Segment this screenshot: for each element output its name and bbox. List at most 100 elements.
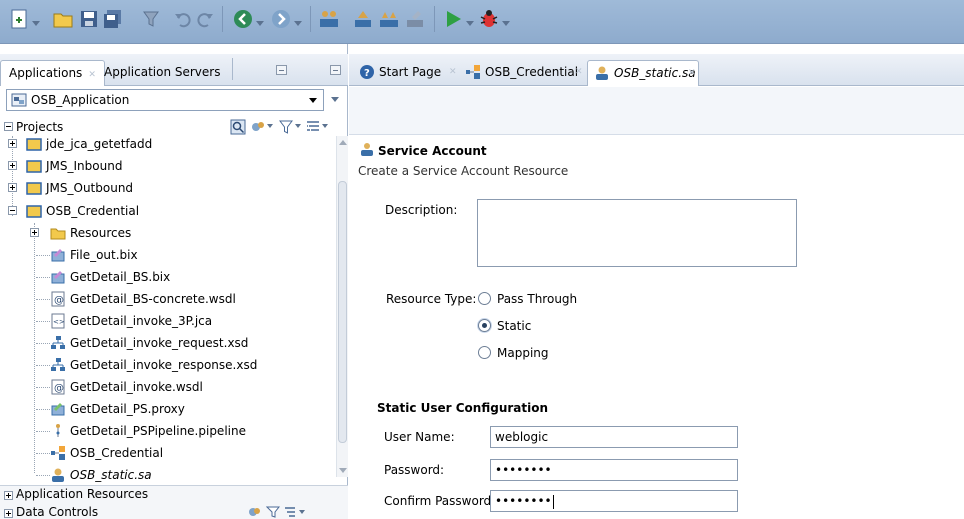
open-folder-icon[interactable] xyxy=(52,8,74,30)
username-label: User Name: xyxy=(384,430,455,444)
tree-scrollbar[interactable] xyxy=(336,136,348,477)
scroll-down-icon[interactable] xyxy=(339,468,347,473)
description-label: Description: xyxy=(385,203,458,217)
project-options-icon[interactable] xyxy=(250,119,266,135)
username-field[interactable]: weblogic xyxy=(490,426,738,448)
tree-item-project[interactable]: JMS_Outbound xyxy=(0,177,330,199)
tree-item-file[interactable]: OSB_static.sa xyxy=(0,464,330,484)
expand-icon[interactable] xyxy=(4,491,13,500)
filter-icon[interactable] xyxy=(266,505,280,519)
folder-icon xyxy=(50,228,66,240)
run-icon[interactable] xyxy=(442,8,464,30)
radio-static[interactable] xyxy=(478,319,491,332)
new-dropdown-icon[interactable] xyxy=(32,16,41,26)
tree-item-file[interactable]: <> GetDetail_invoke_3P.jca xyxy=(0,310,330,332)
build-icon[interactable] xyxy=(352,8,374,30)
radio-mapping[interactable] xyxy=(478,346,491,359)
build-all-icon[interactable] xyxy=(378,8,400,30)
forward-dropdown-icon[interactable] xyxy=(294,16,303,26)
tree-item-file[interactable]: GetDetail_PS.proxy xyxy=(0,398,330,420)
back-dropdown-icon[interactable] xyxy=(256,16,265,26)
expand-icon[interactable] xyxy=(8,183,17,192)
clean-icon[interactable] xyxy=(404,8,426,30)
sort-icon[interactable] xyxy=(305,119,321,135)
forward-icon[interactable] xyxy=(270,8,292,30)
application-selector[interactable]: OSB_Application xyxy=(6,89,324,111)
radio-pass-through[interactable] xyxy=(478,292,491,305)
password-label: Password: xyxy=(384,463,445,477)
toolbar-separator xyxy=(310,6,311,32)
jca-icon: <> xyxy=(51,313,65,329)
tree-item-project[interactable]: JMS_Inbound xyxy=(0,155,330,177)
minimize-icon[interactable] xyxy=(330,65,341,75)
tab-start-page[interactable]: ? Start Page ✕ xyxy=(353,60,459,86)
projects-label: Projects xyxy=(16,120,64,134)
projects-header: Projects xyxy=(0,118,348,136)
scrollbar-thumb[interactable] xyxy=(338,181,347,443)
refresh-icon[interactable] xyxy=(248,505,262,519)
tree-item-file[interactable]: GetDetail_BS.bix xyxy=(0,266,330,288)
tree-guide xyxy=(36,453,50,454)
chevron-down-icon[interactable] xyxy=(267,124,274,129)
radio-pass-through-label[interactable]: Pass Through xyxy=(497,292,577,306)
new-file-icon[interactable] xyxy=(8,8,30,30)
tree-guide xyxy=(36,343,50,344)
back-icon[interactable] xyxy=(232,8,254,30)
password-field[interactable]: •••••••• xyxy=(490,459,738,481)
close-icon[interactable]: ✕ xyxy=(449,60,457,84)
tree-item-file[interactable]: File_out.bix xyxy=(0,244,330,266)
radio-mapping-label[interactable]: Mapping xyxy=(497,346,549,360)
tree-item-file[interactable]: @ GetDetail_invoke.wsdl xyxy=(0,376,330,398)
save-all-icon[interactable] xyxy=(102,8,124,30)
expand-icon[interactable] xyxy=(8,161,17,170)
tab-osb-static-sa[interactable]: OSB_static.sa ✕ xyxy=(587,60,699,86)
chevron-down-icon[interactable] xyxy=(322,124,329,129)
expand-icon[interactable] xyxy=(30,228,39,237)
tree-item-file[interactable]: GetDetail_PSPipeline.pipeline xyxy=(0,420,330,442)
tree-item-file[interactable]: GetDetail_invoke_response.xsd xyxy=(0,354,330,376)
scroll-up-icon[interactable] xyxy=(339,140,347,145)
tree-item-project[interactable]: OSB_Credential xyxy=(0,200,330,222)
close-icon[interactable]: ✕ xyxy=(688,61,696,85)
debug-dropdown-icon[interactable] xyxy=(502,16,511,26)
collapse-icon[interactable] xyxy=(4,122,13,131)
application-icon xyxy=(11,93,27,107)
filter-icon[interactable] xyxy=(140,8,162,30)
chevron-down-icon[interactable] xyxy=(295,124,302,129)
save-icon[interactable] xyxy=(78,8,100,30)
close-icon[interactable]: ✕ xyxy=(575,60,583,84)
tree-item-file[interactable]: OSB_Credential xyxy=(0,442,330,464)
accordion-data-controls[interactable]: Data Controls xyxy=(4,505,98,519)
close-icon[interactable]: ✕ xyxy=(88,70,96,80)
chevron-down-icon[interactable] xyxy=(309,98,317,103)
tab-application-servers[interactable]: Application Servers xyxy=(96,60,228,86)
tab-osb-credential[interactable]: OSB_Credential ✕ xyxy=(459,60,585,86)
tab-applications[interactable]: Applications ✕ xyxy=(0,60,105,86)
search-icon[interactable] xyxy=(230,119,246,135)
accordion-application-resources[interactable]: Application Resources xyxy=(4,487,148,501)
radio-static-label[interactable]: Static xyxy=(497,319,531,333)
tree-item-project[interactable]: jde_jca_getetfadd xyxy=(0,136,330,155)
confirm-password-field[interactable]: •••••••• xyxy=(490,490,738,512)
tree-item-file[interactable]: @ GetDetail_BS-concrete.wsdl xyxy=(0,288,330,310)
chevron-down-icon[interactable] xyxy=(299,510,306,515)
redo-icon[interactable] xyxy=(194,8,216,30)
debug-icon[interactable] xyxy=(478,8,500,30)
minimize-icon[interactable] xyxy=(276,65,287,75)
run-dropdown-icon[interactable] xyxy=(466,16,475,26)
chevron-down-icon[interactable] xyxy=(331,97,339,102)
expand-icon[interactable] xyxy=(8,139,17,148)
description-field[interactable] xyxy=(477,199,797,267)
deploy-icon[interactable] xyxy=(318,8,340,30)
undo-icon[interactable] xyxy=(172,8,194,30)
pipeline-icon xyxy=(56,424,60,437)
section-title: Static User Configuration xyxy=(377,401,549,415)
tree-item-file[interactable]: GetDetail_invoke_request.xsd xyxy=(0,332,330,354)
tree-item-folder[interactable]: Resources xyxy=(0,222,330,244)
filter-icon[interactable] xyxy=(278,119,294,135)
sort-icon[interactable] xyxy=(283,505,297,519)
help-icon: ? xyxy=(360,65,374,79)
collapse-icon[interactable] xyxy=(8,206,17,215)
project-folder-icon xyxy=(26,138,42,151)
expand-icon[interactable] xyxy=(4,509,13,518)
